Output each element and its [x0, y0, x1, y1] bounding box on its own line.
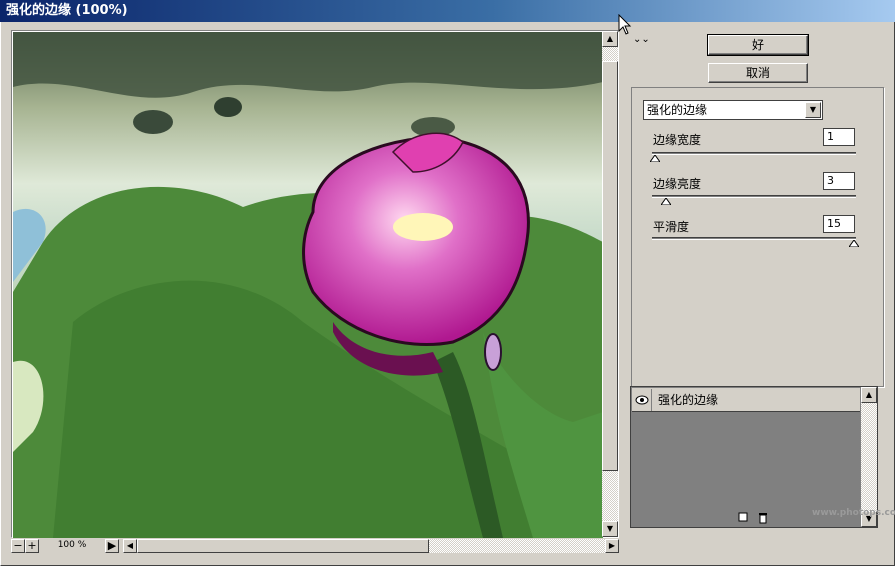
effect-layers-panel: 强化的边缘 ▲ ▼ [630, 386, 878, 528]
preview-toolbar: − + 100 % ▶ ◀ ▶ [11, 538, 619, 554]
scroll-right-icon[interactable]: ▶ [605, 539, 619, 553]
zoom-level: 100 % [57, 540, 87, 550]
filter-select-value: 强化的边缘 [647, 103, 708, 117]
mouse-cursor-icon [618, 14, 632, 35]
trash-icon[interactable] [758, 512, 768, 527]
ok-button[interactable]: 好 [707, 34, 809, 56]
window-title: 强化的边缘 (100%) [0, 0, 895, 22]
watermark: www.photops.co [812, 508, 895, 518]
lotus-image [13, 32, 603, 538]
preview-horizontal-scrollbar[interactable]: ◀ ▶ [123, 539, 619, 553]
edge-width-input[interactable]: 1 [823, 128, 855, 146]
cancel-button[interactable]: 取消 [708, 63, 808, 83]
layer-actions [738, 512, 768, 527]
scroll-down-icon[interactable]: ▼ [602, 521, 618, 537]
preview-vertical-scrollbar[interactable]: ▲ ▼ [602, 31, 618, 537]
scroll-left-icon[interactable]: ◀ [123, 539, 137, 553]
layers-scrollbar[interactable]: ▲ ▼ [861, 387, 877, 527]
zoom-out-button[interactable]: − [11, 539, 25, 553]
edge-brightness-label: 边缘亮度 [653, 177, 702, 191]
filter-select[interactable]: 强化的边缘 ▼ [643, 100, 823, 120]
edge-brightness-slider-thumb[interactable] [661, 198, 671, 205]
preview-image[interactable] [13, 32, 603, 538]
smoothness-slider[interactable] [652, 237, 856, 240]
double-chevron-down-icon[interactable]: ⌄⌄ [633, 34, 650, 45]
layer-row[interactable]: 强化的边缘 [632, 388, 860, 412]
smoothness-label: 平滑度 [653, 220, 690, 234]
zoom-in-button[interactable]: + [25, 539, 39, 553]
eye-icon[interactable] [632, 388, 652, 411]
smoothness-slider-thumb[interactable] [849, 240, 859, 247]
edge-brightness-input[interactable]: 3 [823, 172, 855, 190]
edge-brightness-slider[interactable] [652, 195, 856, 198]
scroll-thumb[interactable] [602, 61, 618, 471]
chevron-down-icon[interactable]: ▼ [805, 102, 821, 118]
layer-name: 强化的边缘 [658, 393, 719, 407]
edge-width-label: 边缘宽度 [653, 133, 702, 147]
new-layer-icon[interactable] [738, 512, 748, 527]
scroll-up-icon[interactable]: ▲ [602, 31, 618, 47]
preview-frame: ▲ ▼ [11, 30, 619, 538]
edge-width-slider[interactable] [652, 152, 856, 155]
zoom-menu-icon[interactable]: ▶ [105, 539, 119, 553]
smoothness-input[interactable]: 15 [823, 215, 855, 233]
scroll-thumb[interactable] [137, 539, 429, 553]
edge-width-slider-thumb[interactable] [650, 155, 660, 162]
scroll-up-icon[interactable]: ▲ [861, 387, 877, 403]
